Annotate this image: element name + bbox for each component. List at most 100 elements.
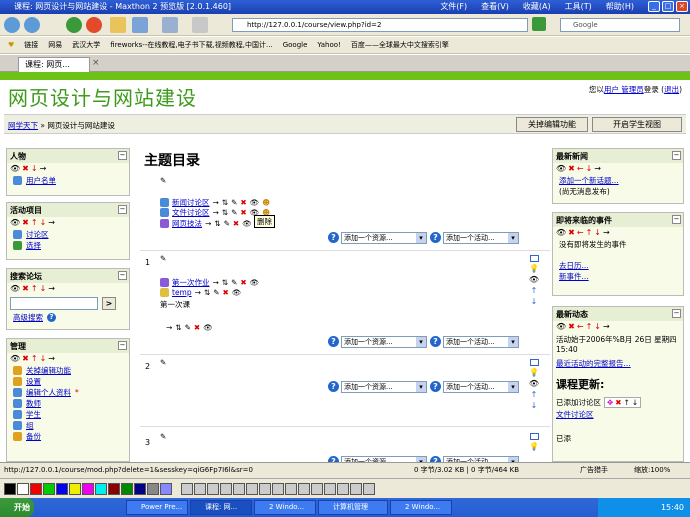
move-icon[interactable]: ⇅: [222, 198, 228, 207]
delete-icon[interactable]: ✖: [233, 219, 239, 228]
admin-item-students[interactable]: 学生: [7, 409, 129, 420]
play-icon[interactable]: [337, 482, 349, 495]
add-activity-select[interactable]: 添加一个活动...: [443, 336, 519, 348]
move-right-icon[interactable]: →: [213, 278, 219, 287]
maximize-icon[interactable]: □: [662, 1, 674, 12]
move-left-icon[interactable]: ←: [577, 322, 586, 331]
delete-icon[interactable]: ✖: [22, 284, 31, 293]
arrow-icon[interactable]: ✥: [607, 398, 613, 407]
rect-icon[interactable]: [233, 482, 245, 495]
help-icon[interactable]: ?: [47, 313, 56, 322]
brush-icon[interactable]: [181, 482, 193, 495]
eye-icon[interactable]: 👁: [10, 354, 22, 363]
move-down-icon[interactable]: ↓: [31, 164, 40, 173]
eye-icon[interactable]: 👁: [250, 278, 260, 287]
section0-edit-icon[interactable]: ✎: [160, 176, 166, 185]
save-icon[interactable]: [298, 482, 310, 495]
eye-icon[interactable]: 👁: [556, 228, 568, 237]
clock[interactable]: 15:40: [661, 503, 684, 512]
search-input[interactable]: Google: [560, 18, 680, 32]
move-up-icon[interactable]: ↑: [624, 398, 630, 407]
eye-icon[interactable]: 👁: [250, 198, 260, 207]
forum-link[interactable]: 讨论区: [26, 229, 49, 240]
file-forum-link[interactable]: 文件讨论区: [172, 207, 210, 218]
collapse-icon[interactable]: −: [672, 215, 681, 224]
color-cyan[interactable]: [95, 482, 107, 495]
eye-icon[interactable]: 👁: [528, 378, 540, 389]
tab-course[interactable]: 课程: 网页...: [18, 57, 90, 72]
move-up-icon[interactable]: ↑: [528, 389, 540, 400]
advanced-search-link[interactable]: 高级搜索: [13, 312, 43, 323]
move-up-icon[interactable]: ↑: [31, 218, 40, 227]
admin-item-groups[interactable]: 组: [7, 420, 129, 431]
go-icon[interactable]: [532, 17, 546, 31]
move-right-icon[interactable]: →: [213, 198, 219, 207]
fav-baidu[interactable]: 百度——全球最大中文搜索引擎: [351, 40, 449, 50]
move-down-icon[interactable]: ↓: [40, 218, 49, 227]
tools-icon[interactable]: [192, 17, 208, 33]
move-right-icon[interactable]: →: [594, 164, 603, 173]
move-up-icon[interactable]: ↑: [31, 354, 40, 363]
move-down-icon[interactable]: ↓: [632, 398, 638, 407]
move-down-icon[interactable]: ↓: [528, 400, 540, 411]
eye-icon[interactable]: 👁: [203, 323, 213, 332]
favorites-icon[interactable]: ♥: [8, 41, 14, 49]
color-magenta[interactable]: [82, 482, 94, 495]
move-down-icon[interactable]: ↓: [40, 284, 49, 293]
help-icon[interactable]: ?: [430, 336, 441, 347]
task-windows1[interactable]: 2 Windo...: [254, 500, 316, 515]
move-right-icon[interactable]: →: [48, 218, 57, 227]
delete-icon[interactable]: ✖: [240, 198, 246, 207]
record-icon[interactable]: [324, 482, 336, 495]
fav-netease[interactable]: 网易: [48, 40, 62, 50]
address-bar[interactable]: http://127.0.0.1/course/view.php?id=2: [232, 18, 528, 32]
move-icon[interactable]: ⇅: [222, 208, 228, 217]
move-right-icon[interactable]: →: [603, 228, 612, 237]
full-report-link[interactable]: 最近活动的完整报告...: [556, 359, 631, 368]
menu-file[interactable]: 文件(F): [440, 0, 467, 14]
move-right-icon[interactable]: →: [40, 164, 49, 173]
task-powerpoint[interactable]: Power Pre...: [126, 500, 188, 515]
admin-students-link[interactable]: 学生: [26, 409, 41, 420]
edit-summary-icon[interactable]: ✎: [160, 176, 166, 185]
eye-icon[interactable]: 👁: [10, 218, 22, 227]
status-adblock[interactable]: 广告猎手: [580, 463, 608, 478]
delete-icon[interactable]: ✖: [615, 398, 621, 407]
fav-links[interactable]: 链接: [24, 40, 38, 50]
color-red[interactable]: [30, 482, 42, 495]
collapse-icon[interactable]: −: [118, 151, 127, 160]
minimize-icon[interactable]: _: [648, 1, 660, 12]
help-icon[interactable]: ?: [430, 232, 441, 243]
color-white[interactable]: [17, 482, 29, 495]
move-up-icon[interactable]: ↑: [586, 322, 595, 331]
student-view-button[interactable]: 开启学生视图: [592, 117, 682, 132]
color-green[interactable]: [43, 482, 55, 495]
menu-help[interactable]: 帮助(H): [606, 0, 634, 14]
delete-icon[interactable]: ✖: [568, 164, 577, 173]
edit-icon[interactable]: ✎: [231, 198, 237, 207]
status-zoom[interactable]: 缩放:100%: [634, 463, 670, 478]
undo-draw-icon[interactable]: [246, 482, 258, 495]
color-gray[interactable]: [147, 482, 159, 495]
move-right-icon[interactable]: →: [213, 208, 219, 217]
eye-icon[interactable]: 👁: [556, 164, 568, 173]
move-up-icon[interactable]: ↑: [528, 285, 540, 296]
people-participants[interactable]: 用户名单: [7, 175, 129, 186]
help-icon[interactable]: ?: [328, 336, 339, 347]
close-draw-icon[interactable]: [363, 482, 375, 495]
color-blue[interactable]: [56, 482, 68, 495]
activity-forum[interactable]: 讨论区: [7, 229, 129, 240]
delete-icon[interactable]: ✖: [223, 288, 229, 297]
search-go-button[interactable]: >: [102, 297, 116, 310]
settings-draw-icon[interactable]: [350, 482, 362, 495]
delete-icon[interactable]: ✖: [194, 323, 200, 332]
admin-backup-link[interactable]: 备份: [26, 431, 41, 442]
first-homework-link[interactable]: 第一次作业: [172, 277, 210, 288]
move-right-icon[interactable]: →: [195, 288, 201, 297]
fav-whu[interactable]: 武汉大学: [72, 40, 100, 50]
add-activity-select[interactable]: 添加一个活动...: [443, 232, 519, 244]
admin-edit-off-link[interactable]: 关掉编辑功能: [26, 365, 71, 376]
start-button[interactable]: 开始: [0, 498, 34, 517]
move-down-icon[interactable]: ↓: [594, 228, 603, 237]
color-lightblue[interactable]: [160, 482, 172, 495]
